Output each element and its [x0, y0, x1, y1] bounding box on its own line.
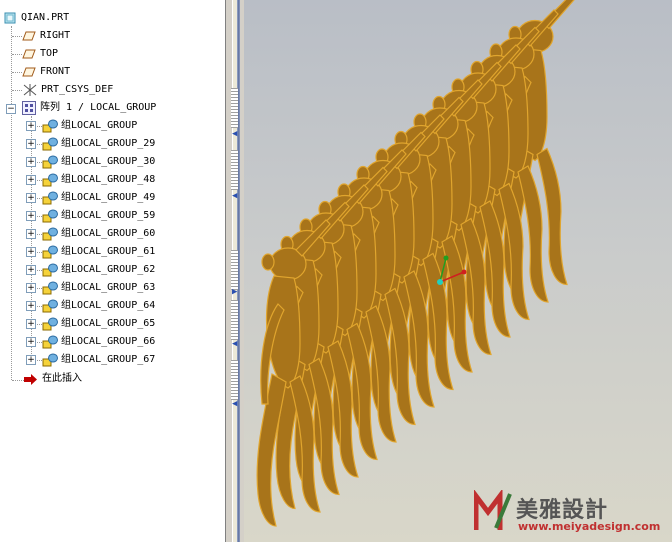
tree-item-label: 阵列 1 / LOCAL_GROUP: [40, 102, 157, 113]
expand-toggle-icon[interactable]: +: [26, 229, 36, 239]
collapse-toggle-icon[interactable]: −: [6, 104, 16, 114]
expand-right-icon[interactable]: ▶: [232, 288, 237, 297]
expand-toggle-icon[interactable]: +: [26, 301, 36, 311]
datum-plane-icon: [22, 31, 36, 41]
graphics-viewport[interactable]: 美雅設計 www.meiyadesign.com: [244, 0, 672, 542]
group-icon: [42, 209, 58, 223]
collapse-left-icon[interactable]: ◀: [232, 130, 237, 139]
datum-plane-icon: [22, 67, 36, 77]
tree-item-label: 组LOCAL_GROUP_30: [61, 156, 156, 167]
tree-item-label: 组LOCAL_GROUP_63: [61, 282, 156, 293]
brand-logo-icon: [474, 490, 512, 530]
group-icon: [42, 227, 58, 241]
tree-item-label: 组LOCAL_GROUP_61: [61, 246, 156, 257]
tree-connector: [11, 26, 12, 380]
expand-toggle-icon[interactable]: +: [26, 139, 36, 149]
tree-item-label: 组LOCAL_GROUP_67: [61, 354, 156, 365]
group-icon: [42, 317, 58, 331]
collapse-left-icon[interactable]: ◀: [232, 340, 237, 349]
tree-item-label: 在此插入: [42, 373, 82, 384]
tree-item-label: RIGHT: [40, 30, 71, 41]
model-render: [256, 0, 578, 527]
model-tree-panel: QIAN.PRT RIGHT TOP FRONT PRT_CSYS_DEF −: [0, 0, 226, 542]
expand-toggle-icon[interactable]: +: [26, 121, 36, 131]
tree-item-label: 组LOCAL_GROUP_59: [61, 210, 156, 221]
figure-array: [256, 0, 578, 527]
insert-arrow-icon: [24, 374, 37, 385]
group-icon: [42, 137, 58, 151]
group-icon: [42, 335, 58, 349]
tree-item-label: FRONT: [40, 66, 71, 77]
expand-toggle-icon[interactable]: +: [26, 265, 36, 275]
group-icon: [42, 191, 58, 205]
group-icon: [42, 281, 58, 295]
group-icon: [42, 299, 58, 313]
expand-toggle-icon[interactable]: +: [26, 193, 36, 203]
tree-item-label: 组LOCAL_GROUP: [61, 120, 138, 131]
group-icon: [42, 173, 58, 187]
tree-item-label: 组LOCAL_GROUP_29: [61, 138, 156, 149]
tree-item-label: 组LOCAL_GROUP_49: [61, 192, 156, 203]
expand-toggle-icon[interactable]: +: [26, 157, 36, 167]
splitter-grip[interactable]: [231, 300, 238, 340]
tree-item-label: PRT_CSYS_DEF: [41, 84, 114, 95]
watermark-url: www.meiyadesign.com: [518, 520, 661, 533]
expand-toggle-icon[interactable]: +: [26, 283, 36, 293]
expand-toggle-icon[interactable]: +: [26, 355, 36, 365]
tree-item-label: 组LOCAL_GROUP_48: [61, 174, 156, 185]
group-icon: [42, 245, 58, 259]
tree-item-label: 组LOCAL_GROUP_64: [61, 300, 156, 311]
tree-root-label: QIAN.PRT: [21, 12, 70, 23]
splitter-grip[interactable]: [231, 150, 238, 190]
collapse-left-icon[interactable]: ◀: [232, 400, 237, 409]
tree-item-label: 组LOCAL_GROUP_62: [61, 264, 156, 275]
expand-toggle-icon[interactable]: +: [26, 337, 36, 347]
group-icon: [42, 119, 58, 133]
collapse-left-icon[interactable]: ◀: [232, 192, 237, 201]
part-icon: [4, 12, 16, 24]
splitter-grip[interactable]: [231, 360, 238, 400]
group-icon: [42, 263, 58, 277]
expand-toggle-icon[interactable]: +: [26, 247, 36, 257]
expand-toggle-icon[interactable]: +: [26, 319, 36, 329]
tree-item-label: TOP: [40, 48, 59, 59]
splitter-grip[interactable]: [231, 250, 238, 290]
group-icon: [42, 353, 58, 367]
tree-item-label: 组LOCAL_GROUP_66: [61, 336, 156, 347]
tree-item-label: 组LOCAL_GROUP_60: [61, 228, 156, 239]
expand-toggle-icon[interactable]: +: [26, 175, 36, 185]
pattern-icon: [22, 101, 36, 115]
group-icon: [42, 155, 58, 169]
expand-toggle-icon[interactable]: +: [26, 211, 36, 221]
panel-splitter[interactable]: ◀ ◀ ▶ ◀ ◀: [226, 0, 244, 542]
datum-plane-icon: [22, 49, 36, 59]
splitter-grip[interactable]: [231, 88, 238, 128]
coordinate-system-icon: [23, 84, 37, 96]
watermark: 美雅設計 www.meiyadesign.com: [474, 490, 664, 536]
tree-item-label: 组LOCAL_GROUP_65: [61, 318, 156, 329]
